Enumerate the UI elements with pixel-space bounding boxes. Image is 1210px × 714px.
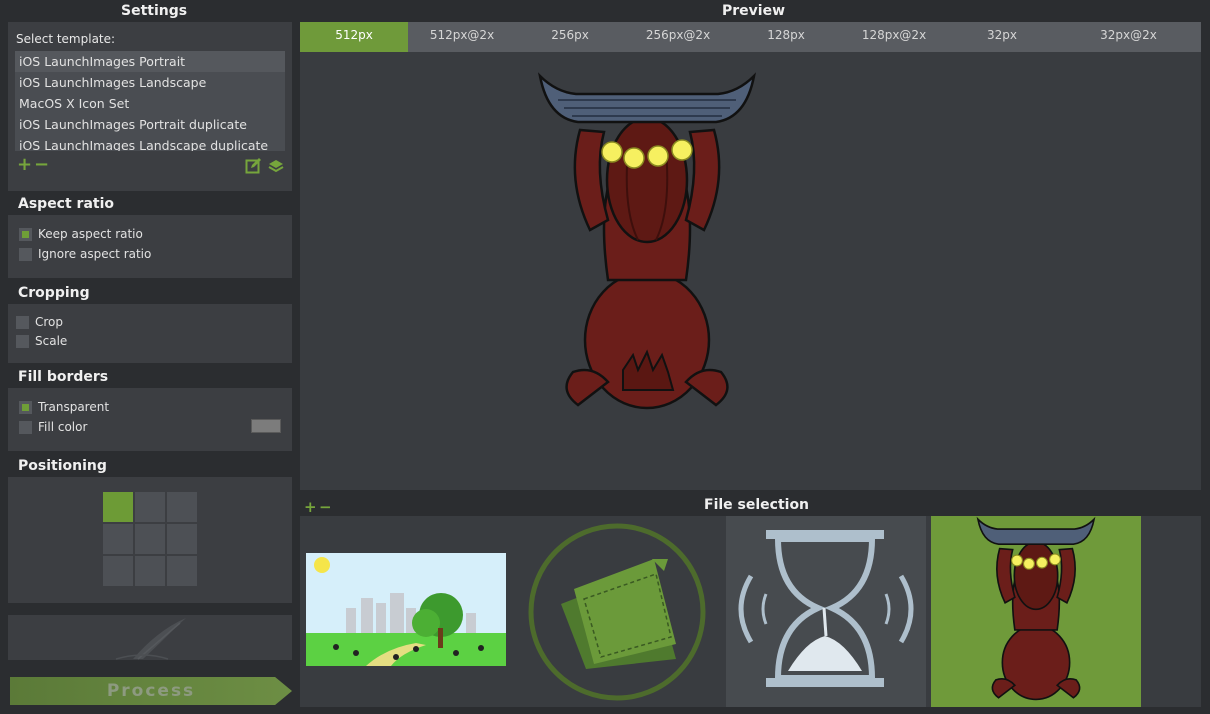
dog-preview-image [538,72,756,410]
transparent-checkbox[interactable] [19,400,32,414]
crop-checkbox[interactable] [16,315,29,329]
position-grid [103,492,198,587]
template-panel: Select template: iOS LaunchImages Portra… [8,22,292,191]
template-item[interactable]: iOS LaunchImages Landscape duplicate [15,135,285,151]
template-item[interactable]: iOS LaunchImages Portrait [15,51,285,72]
fill-color-option[interactable]: Fill color [19,420,87,434]
tab-32px[interactable]: 32px [948,22,1056,52]
position-cell-center[interactable] [135,524,165,554]
position-cell-top-center[interactable] [135,492,165,522]
fill-borders-panel: Transparent Fill color [8,388,292,451]
position-cell-middle-left[interactable] [103,524,133,554]
position-cell-bottom-left[interactable] [103,556,133,586]
tab-512px-2x[interactable]: 512px@2x [408,22,516,52]
position-cell-bottom-right[interactable] [167,556,197,586]
position-cell-middle-right[interactable] [167,524,197,554]
dog-thumbnail[interactable] [931,516,1141,707]
option-label: Keep aspect ratio [38,227,143,241]
keep-aspect-ratio-option[interactable]: Keep aspect ratio [19,227,143,241]
aspect-ratio-panel: Keep aspect ratio Ignore aspect ratio [8,215,292,278]
position-cell-top-left[interactable] [103,492,133,522]
file-strip [300,516,1201,707]
position-cell-bottom-center[interactable] [135,556,165,586]
preview-title: Preview [722,3,786,19]
add-template-button[interactable]: + [17,156,32,174]
cropping-panel: Crop Scale [8,304,292,363]
fill-color-checkbox[interactable] [19,420,32,434]
option-label: Ignore aspect ratio [38,247,152,261]
add-file-button[interactable]: + [304,498,317,516]
tab-128px[interactable]: 128px [732,22,840,52]
tab-32px-2x[interactable]: 32px@2x [1056,22,1201,52]
hourglass-icon [738,530,914,687]
quill-logo-icon [115,618,186,660]
tab-256px[interactable]: 256px [516,22,624,52]
position-cell-top-right[interactable] [167,492,197,522]
scale-checkbox[interactable] [16,334,29,348]
resize-logo-thumbnail[interactable] [526,519,708,705]
template-list[interactable]: iOS LaunchImages Portrait iOS LaunchImag… [15,51,285,151]
remove-template-button[interactable]: − [34,156,49,174]
settings-title: Settings [121,3,188,19]
template-item[interactable]: iOS LaunchImages Landscape [15,72,285,93]
option-label: Transparent [38,400,110,414]
tab-512px[interactable]: 512px [300,22,408,52]
template-item[interactable]: MacOS X Icon Set [15,93,285,114]
park-scene-thumbnail[interactable] [306,553,506,666]
preview-canvas [300,52,1201,490]
option-label: Crop [35,315,64,329]
ignore-aspect-ratio-checkbox[interactable] [19,247,32,261]
fill-borders-title: Fill borders [18,369,109,385]
hourglass-thumbnail[interactable] [726,516,926,707]
remove-file-button[interactable]: − [319,498,332,516]
positioning-panel [8,477,292,603]
size-tabs: 512px 512px@2x 256px 256px@2x 128px 128p… [300,22,1201,52]
file-selection-title: File selection [704,497,810,513]
cropping-title: Cropping [18,285,90,301]
transparent-option[interactable]: Transparent [19,400,109,414]
tab-256px-2x[interactable]: 256px@2x [624,22,732,52]
template-item[interactable]: iOS LaunchImages Portrait duplicate [15,114,285,135]
ignore-aspect-ratio-option[interactable]: Ignore aspect ratio [19,247,151,261]
positioning-title: Positioning [18,458,107,474]
logo-panel [8,615,292,660]
keep-aspect-ratio-checkbox[interactable] [19,227,32,241]
process-button[interactable]: Process [10,677,292,705]
scale-option[interactable]: Scale [16,334,67,348]
fill-color-swatch[interactable] [251,419,281,433]
aspect-ratio-title: Aspect ratio [18,196,115,212]
option-label: Fill color [38,420,88,434]
edit-icon[interactable] [245,157,262,178]
layers-icon[interactable] [268,158,284,178]
tab-128px-2x[interactable]: 128px@2x [840,22,948,52]
option-label: Scale [35,334,68,348]
dog-icon [976,516,1096,701]
select-template-label: Select template: [16,32,116,46]
crop-option[interactable]: Crop [16,315,63,329]
